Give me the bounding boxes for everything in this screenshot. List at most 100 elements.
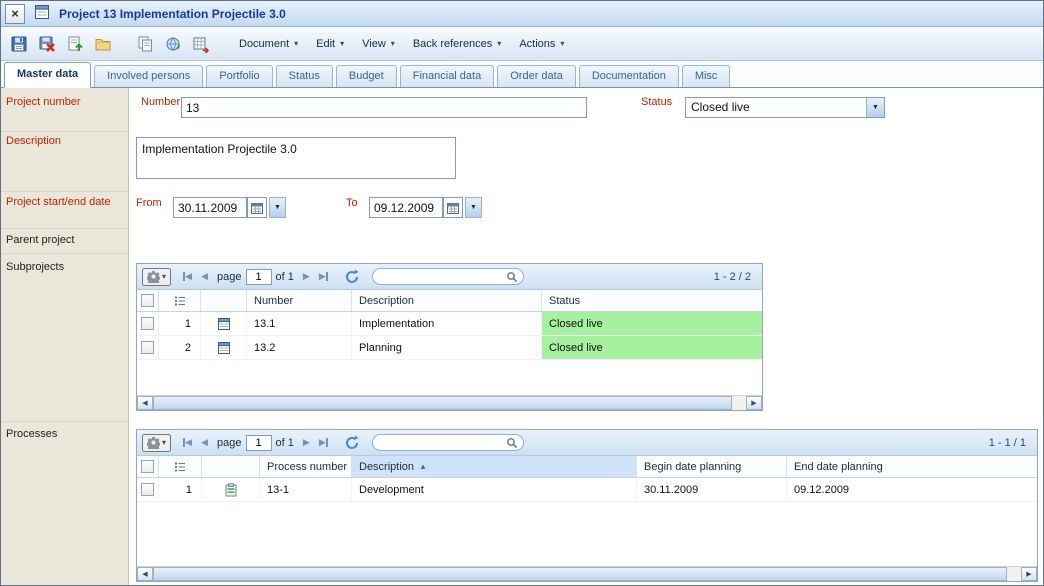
select-all-checkbox[interactable] <box>141 460 154 473</box>
column-header-number[interactable]: Number <box>247 290 352 311</box>
chevron-down-icon: ▾ <box>294 39 298 48</box>
grid-menu-button[interactable]: ▾ <box>142 434 171 452</box>
description-textarea[interactable]: Implementation Projectile 3.0 <box>136 137 456 179</box>
row-number-header <box>159 456 202 477</box>
tab-order-data[interactable]: Order data <box>497 65 576 87</box>
checkbox-cell <box>137 336 159 359</box>
page-input[interactable] <box>246 269 272 285</box>
prev-page-button[interactable]: ◀ <box>196 434 213 451</box>
row-list-icon <box>174 295 186 307</box>
grid-menu-button[interactable]: ▾ <box>142 268 171 286</box>
process-row[interactable]: 1 13-1 Development 30.11.2009 09.12.2009 <box>137 478 1037 502</box>
label-project-number: Project number <box>6 96 81 108</box>
select-all-checkbox[interactable] <box>141 294 154 307</box>
tab-documentation[interactable]: Documentation <box>579 65 679 87</box>
scroll-right-button[interactable]: ▶ <box>1021 567 1037 581</box>
icon-column-header <box>202 456 260 477</box>
column-header-process-number[interactable]: Process number <box>260 456 352 477</box>
next-page-button[interactable]: ▶ <box>298 268 315 285</box>
checkbox-cell <box>137 478 159 501</box>
save-button[interactable] <box>6 31 31 56</box>
prev-page-button[interactable]: ◀ <box>196 268 213 285</box>
scrollbar-thumb[interactable] <box>153 396 732 410</box>
cell-process-number: 13-1 <box>260 478 352 501</box>
export-table-button[interactable] <box>188 31 213 56</box>
subproject-row[interactable]: 1 13.1 Implementation Closed live <box>137 312 762 336</box>
page-label: page <box>217 437 241 449</box>
menu-view[interactable]: View ▾ <box>353 34 404 54</box>
toolbar: Document ▾ Edit ▾ View ▾ Back references… <box>1 27 1043 61</box>
to-calendar-button[interactable] <box>443 197 463 218</box>
status-select[interactable]: Closed live ▼ <box>685 97 885 118</box>
row-checkbox[interactable] <box>141 483 154 496</box>
project-number-input[interactable] <box>181 97 587 118</box>
subproject-row[interactable]: 2 13.2 Planning Closed live <box>137 336 762 360</box>
menu-edit[interactable]: Edit ▾ <box>307 34 353 54</box>
tab-financial-data[interactable]: Financial data <box>400 65 495 87</box>
scroll-left-button[interactable]: ◀ <box>137 396 153 410</box>
delete-button[interactable] <box>34 31 59 56</box>
horizontal-scrollbar[interactable]: ◀ ▶ <box>137 395 762 410</box>
menu-actions[interactable]: Actions ▾ <box>510 34 573 54</box>
menu-label: Edit <box>316 38 335 50</box>
row-checkbox[interactable] <box>141 341 154 354</box>
row-checkbox[interactable] <box>141 317 154 330</box>
sort-asc-icon: ▲ <box>419 462 427 471</box>
column-label: Number <box>254 295 293 307</box>
to-date-input[interactable] <box>369 197 443 218</box>
from-calendar-button[interactable] <box>247 197 267 218</box>
scroll-left-button[interactable]: ◀ <box>137 567 153 581</box>
menu-document[interactable]: Document ▾ <box>230 34 307 54</box>
next-page-button[interactable]: ▶ <box>298 434 315 451</box>
processes-grid-toolbar: ▾ ◀ ◀ page of 1 ▶ ▶ 1 - 1 / <box>137 430 1037 456</box>
horizontal-scrollbar[interactable]: ◀ ▶ <box>137 566 1037 581</box>
column-header-description[interactable]: Description ▲ <box>352 456 637 477</box>
tab-misc[interactable]: Misc <box>682 65 731 87</box>
menu-label: Document <box>239 38 289 50</box>
cell-number: 13.1 <box>247 312 352 335</box>
tab-master-data[interactable]: Master data <box>4 62 91 88</box>
sync-button[interactable] <box>160 31 185 56</box>
to-dropdown-button[interactable]: ▼ <box>465 197 482 218</box>
first-page-button[interactable]: ◀ <box>179 268 196 285</box>
first-page-button[interactable]: ◀ <box>179 434 196 451</box>
row-number-header <box>159 290 201 311</box>
tab-involved-persons[interactable]: Involved persons <box>94 65 203 87</box>
open-folder-button[interactable] <box>90 31 115 56</box>
row-separator <box>1 421 128 422</box>
page-input[interactable] <box>246 435 272 451</box>
last-page-button[interactable]: ▶ <box>315 268 332 285</box>
icon-column-header <box>201 290 247 311</box>
close-button[interactable]: × <box>5 4 25 24</box>
chevron-down-icon: ▾ <box>340 39 344 48</box>
search-input[interactable] <box>381 270 506 283</box>
copy-button[interactable] <box>132 31 157 56</box>
refresh-button[interactable] <box>341 433 363 452</box>
tab-status[interactable]: Status <box>276 65 333 87</box>
search-input[interactable] <box>381 436 506 449</box>
cell-end-date: 09.12.2009 <box>787 478 1037 501</box>
column-header-status[interactable]: Status <box>542 290 762 311</box>
label-subprojects: Subprojects <box>6 261 64 273</box>
status-dropdown-button[interactable]: ▼ <box>866 98 884 117</box>
tab-budget[interactable]: Budget <box>336 65 397 87</box>
tab-portfolio[interactable]: Portfolio <box>206 65 272 87</box>
refresh-button[interactable] <box>341 267 363 286</box>
menu-label: Back references <box>413 38 492 50</box>
last-page-button[interactable]: ▶ <box>315 434 332 451</box>
chevron-down-icon: ▾ <box>391 39 395 48</box>
label-processes: Processes <box>6 428 57 440</box>
column-header-end-date[interactable]: End date planning <box>787 456 1037 477</box>
chevron-down-icon: ▾ <box>162 438 166 447</box>
scrollbar-thumb[interactable] <box>153 567 1007 581</box>
scroll-right-button[interactable]: ▶ <box>746 396 762 410</box>
refresh-icon <box>344 269 360 285</box>
upload-button[interactable] <box>62 31 87 56</box>
column-header-begin-date[interactable]: Begin date planning <box>637 456 787 477</box>
column-header-description[interactable]: Description <box>352 290 542 311</box>
delete-icon <box>38 35 56 53</box>
from-dropdown-button[interactable]: ▼ <box>269 197 286 218</box>
from-date-input[interactable] <box>173 197 247 218</box>
cell-description: Development <box>352 478 637 501</box>
menu-back-references[interactable]: Back references ▾ <box>404 34 511 54</box>
